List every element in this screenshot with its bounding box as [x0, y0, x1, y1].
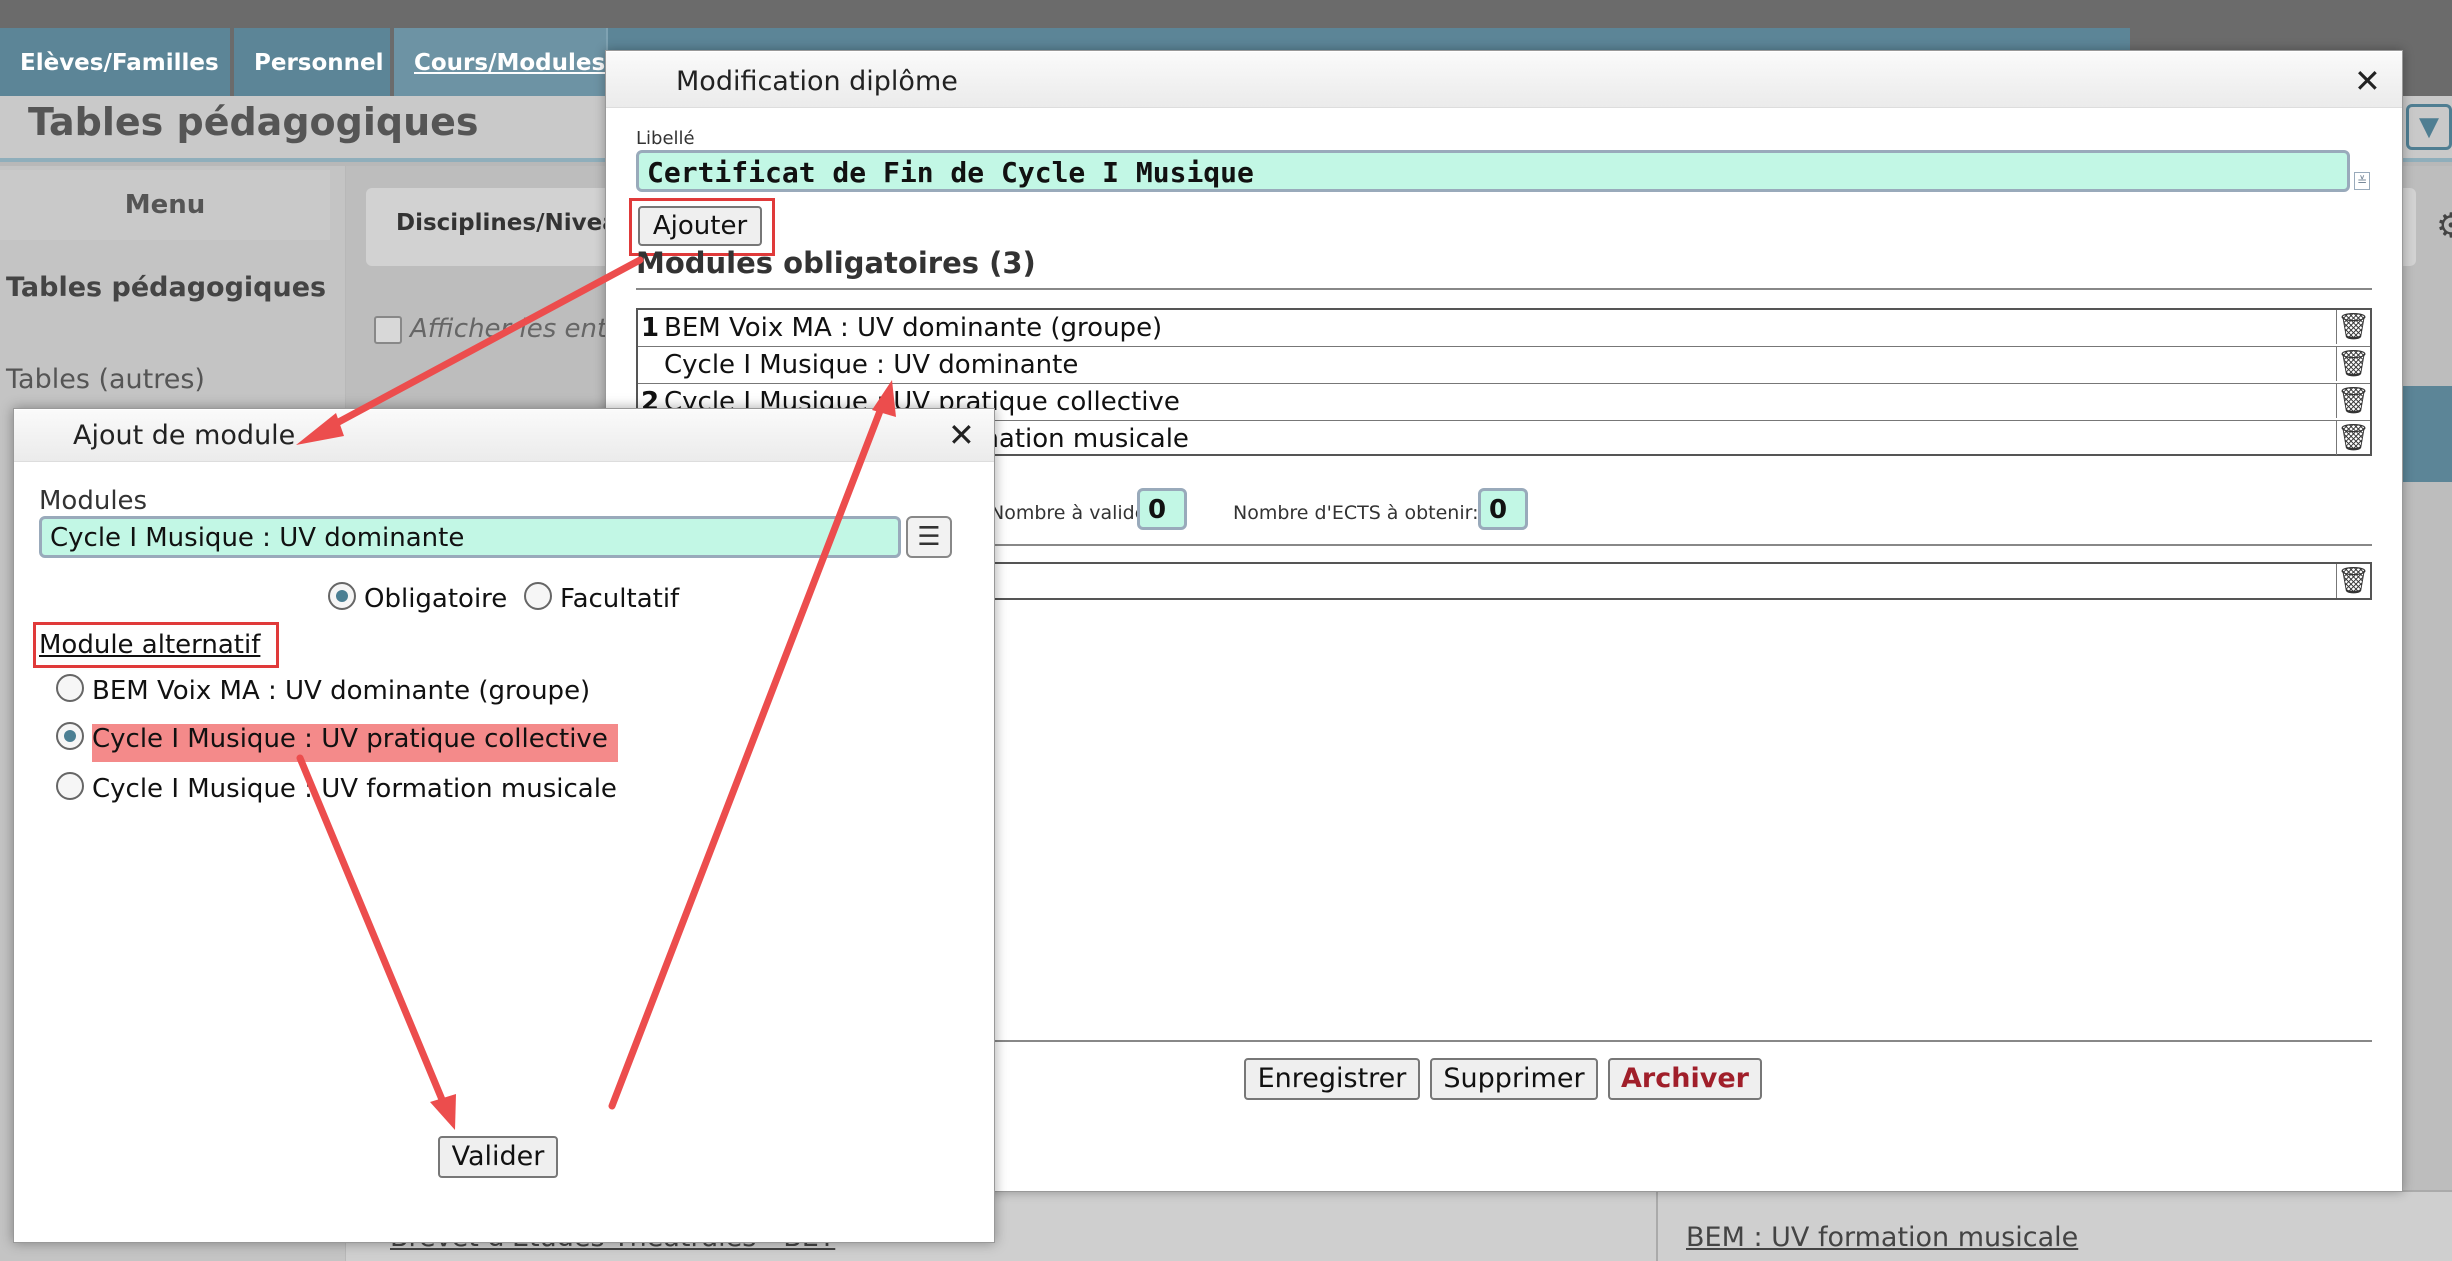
modules-input[interactable]: Cycle I Musique : UV dominante [39, 516, 901, 558]
sidebar-item-tables-pedagogiques[interactable]: Tables pédagogiques [6, 272, 326, 303]
right-header-strip [2402, 386, 2452, 482]
libelle-input[interactable]: Certificat de Fin de Cycle I Musique [636, 150, 2350, 192]
ects-input[interactable]: 0 [1478, 488, 1528, 530]
alt-option-label: Cycle I Musique : UV pratique collective [92, 724, 608, 754]
supprimer-button[interactable]: Supprimer [1430, 1058, 1598, 1100]
settings-icon[interactable]: ⚙ [2436, 206, 2452, 246]
list-icon[interactable]: ☰ [906, 516, 952, 558]
trash-icon[interactable]: 🗑 [2336, 421, 2370, 455]
row-label: BEM Voix MA : UV dominante (groupe) [664, 313, 1163, 343]
resize-handle-icon[interactable]: ≚ [2354, 172, 2370, 190]
sidebar-menu-heading: Menu [0, 170, 330, 240]
trash-icon[interactable]: 🗑 [2336, 384, 2370, 418]
row-label: Cycle I Musique : UV dominante [664, 350, 1079, 380]
close-icon[interactable]: ✕ [2354, 62, 2381, 100]
facultatif-label: Facultatif [560, 584, 680, 614]
tab-personnel[interactable]: Personnel [234, 28, 390, 96]
chevron-down-icon[interactable]: ▼ [2406, 104, 2452, 150]
radio-alt-bem-voix[interactable] [56, 674, 84, 702]
nombre-a-valider-label: Nombre à valider: [990, 502, 1161, 524]
tab-eleves-familles[interactable]: Elèves/Familles [0, 28, 230, 96]
page-title: Tables pédagogiques [28, 100, 479, 144]
bottom-link-bem-uv-formation[interactable]: BEM : UV formation musicale [1686, 1222, 2078, 1253]
radio-facultatif[interactable] [524, 582, 552, 610]
afficher-label: Afficher les ent [410, 314, 608, 344]
ects-label: Nombre d'ECTS à obtenir: [1233, 502, 1479, 524]
alt-option-label: Cycle I Musique : UV formation musicale [92, 774, 617, 804]
annotation-box-module-alternatif [33, 622, 279, 668]
afficher-checkbox[interactable] [374, 316, 402, 344]
close-icon[interactable]: ✕ [948, 416, 975, 454]
divider [636, 288, 2372, 290]
libelle-label: Libellé [636, 128, 695, 149]
nombre-a-valider-input[interactable]: 0 [1137, 488, 1187, 530]
valider-button[interactable]: Valider [438, 1136, 558, 1178]
archiver-button[interactable]: Archiver [1608, 1058, 1762, 1100]
radio-alt-pratique-collective[interactable] [56, 722, 84, 750]
alt-option-label: BEM Voix MA : UV dominante (groupe) [92, 676, 591, 706]
dialog-title: Modification diplôme [676, 66, 958, 97]
row-number: 1 [641, 313, 660, 343]
tab-cours-modules[interactable]: Cours/Modules [394, 28, 606, 96]
trash-icon[interactable]: 🗑 [2336, 564, 2370, 598]
radio-obligatoire[interactable] [328, 582, 356, 610]
trash-icon[interactable]: 🗑 [2336, 347, 2370, 381]
sidebar-item-tables-autres[interactable]: Tables (autres) [6, 364, 205, 395]
modules-label: Modules [39, 486, 148, 516]
modules-obligatoires-title: Modules obligatoires (3) [636, 246, 1036, 280]
enregistrer-button[interactable]: Enregistrer [1244, 1058, 1420, 1100]
obligatoire-label: Obligatoire [364, 584, 508, 614]
radio-alt-formation-musicale[interactable] [56, 772, 84, 800]
dialog-title: Ajout de module [73, 420, 296, 451]
bottom-separator [1656, 1192, 1658, 1261]
trash-icon[interactable]: 🗑 [2336, 310, 2370, 344]
